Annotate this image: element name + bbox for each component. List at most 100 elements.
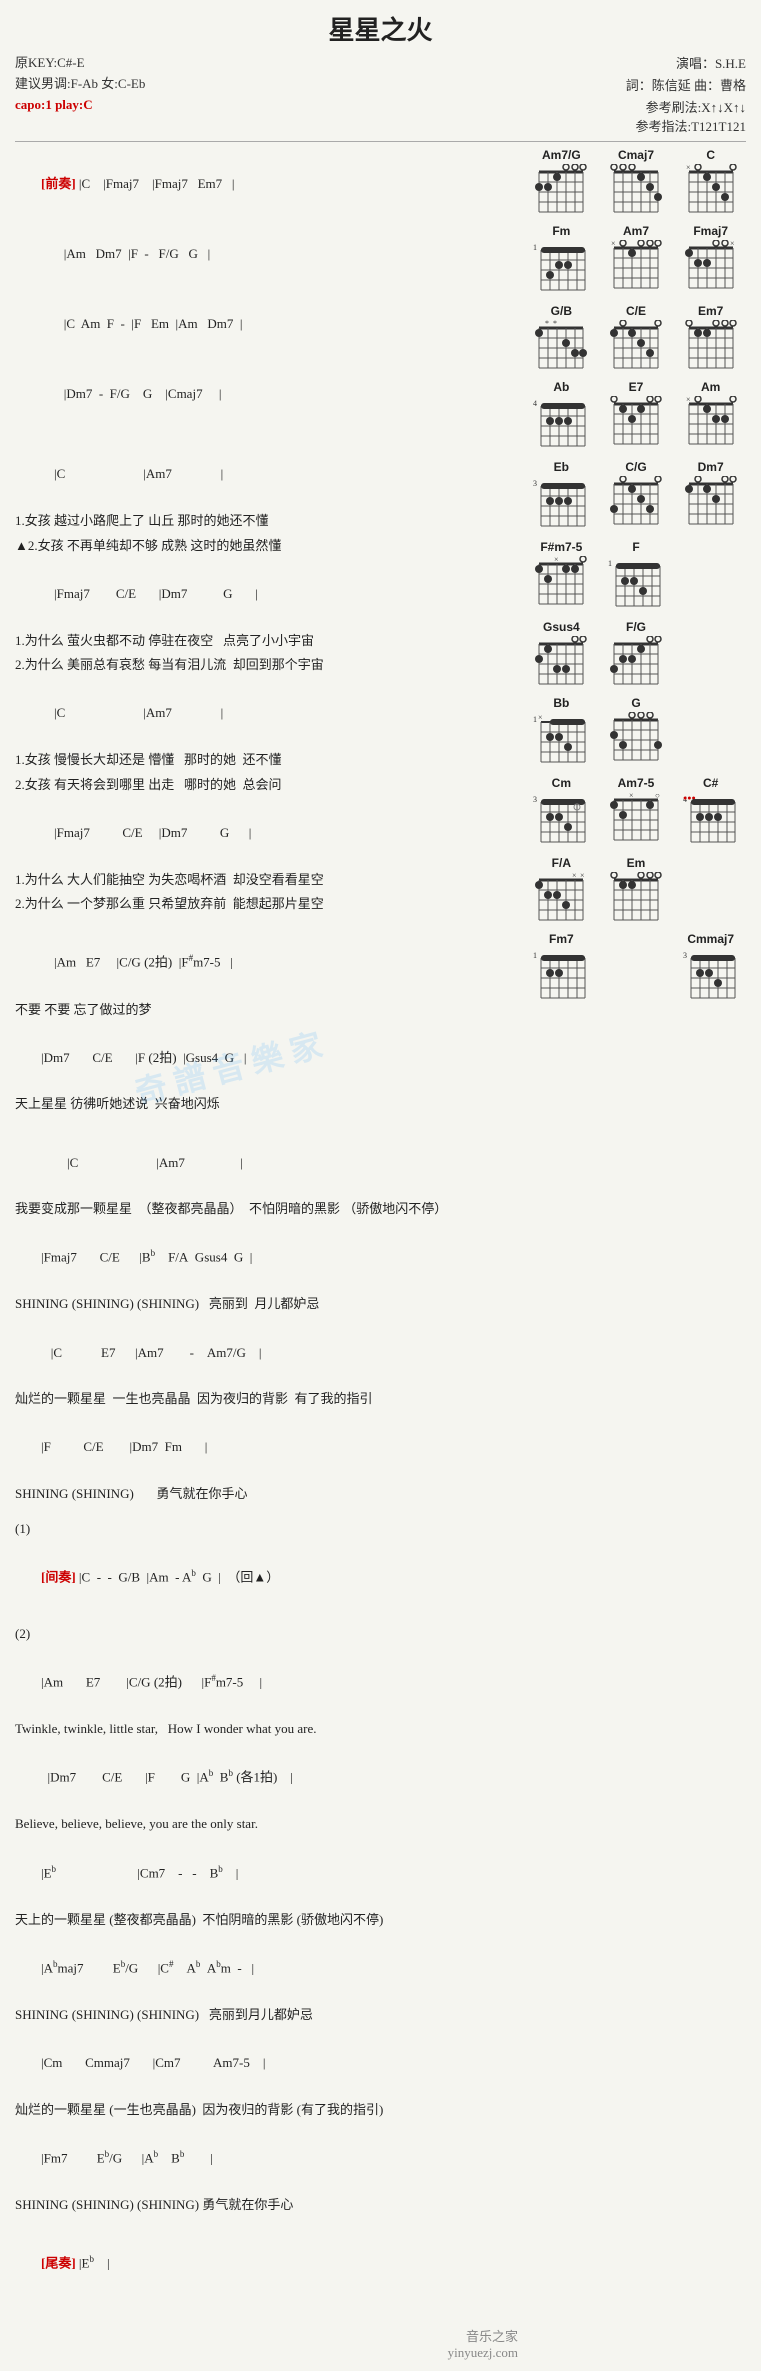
chord-fa-label: F/A <box>552 856 571 870</box>
chords-section: Am7/G <box>526 148 746 2361</box>
chord-bb-label: Bb <box>553 696 569 710</box>
chord-fm7: Fm7 1 <box>526 932 597 1004</box>
verse2-chord1: |Am E7 |C/G (2拍) |F#m7-5 | <box>15 1647 518 1718</box>
chord-cmaj7: Cmaj7 <box>601 148 672 216</box>
chord-g: G <box>601 696 672 768</box>
chord-e7: E7 <box>601 380 672 452</box>
chord-grid-row5: Eb 3 <box>526 460 746 532</box>
verse2-lyric2: Believe, believe, believe, you are the o… <box>15 1812 518 1837</box>
verse1-lyric8: 2.为什么 一个梦那么重 只希望放弃前 能想起那片星空 <box>15 892 518 917</box>
chord-fmaj7: Fmaj7 <box>675 224 746 296</box>
chord-fsharpm7-5: F#m7-5 <box>526 540 597 612</box>
main-content: [前奏] |C |Fmaj7 |Fmaj7 Em7 | |Am Dm7 |F -… <box>15 148 746 2361</box>
header-row: 原KEY:C#-E 建议男调:F-Ab 女:C-Eb capo:1 play:C… <box>15 53 746 135</box>
verse1-lyric7: 1.为什么 大人们能抽空 为失恋喝杯酒 却没空看看星空 <box>15 868 518 893</box>
outro-section: [尾奏] |Eb | <box>15 2228 518 2299</box>
verse1-lyric2: ▲2.女孩 不再单纯却不够 成熟 这时的她虽然懂 <box>15 534 518 559</box>
singer: 演唱：S.H.E <box>626 53 746 75</box>
original-key: 原KEY:C#-E <box>15 53 145 74</box>
chord-grid-row1: Am7/G <box>526 148 746 216</box>
svg-text:1: 1 <box>533 243 537 252</box>
chord-eb: Eb 3 <box>526 460 597 532</box>
bridge-chord1: [间奏] |C - - G/B |Am - Ab G | （回▲） <box>15 1542 518 1613</box>
chord-c: C <box>675 148 746 216</box>
svg-text:×: × <box>554 556 559 564</box>
chord-grid-row8: Bb 1 <box>526 696 746 768</box>
chorus-chord1: |C |Am7 | <box>15 1127 518 1197</box>
page: 星星之火 原KEY:C#-E 建议男调:F-Ab 女:C-Eb capo:1 p… <box>0 0 761 2371</box>
chord-em-label: Em <box>627 856 646 870</box>
chord-fm: Fm 1 <box>526 224 597 296</box>
chorus-chord2: |Fmaj7 C/E |Bb F/A Gsus4 G | <box>15 1222 518 1293</box>
prelude-section: [前奏] |C |Fmaj7 |Fmaj7 Em7 | <box>15 148 518 218</box>
credits: 詞：陈信延 曲：曹格 <box>626 75 746 97</box>
chord-e7-label: E7 <box>629 380 644 394</box>
chorus2-lyric3: 灿烂的一颗星星 (一生也亮晶晶) 因为夜归的背影 (有了我的指引) <box>15 2098 518 2123</box>
chord-csharp-label: C# <box>703 776 718 790</box>
verse1-chord1: |C |Am7 | <box>15 439 518 509</box>
chord-csharp: C# 4 ●●● <box>675 776 746 848</box>
key-info: 原KEY:C#-E 建议男调:F-Ab 女:C-Eb capo:1 play:C <box>15 53 145 115</box>
verse1-lyric4: 2.为什么 美丽总有哀愁 每当有泪儿流 却回到那个宇宙 <box>15 653 518 678</box>
lyrics-section: [前奏] |C |Fmaj7 |Fmaj7 Em7 | |Am Dm7 |F -… <box>15 148 518 2361</box>
chorus-chord3: |C E7 |Am7 - Am7/G | <box>15 1317 518 1387</box>
chord-grid-row9: Cm 3 <box>526 776 746 848</box>
chorus2-chord1: |Eb |Cm7 - - Bb | <box>15 1837 518 1908</box>
prechorus-lyric2: 天上星星 彷彿听她述说 兴奋地闪烁 <box>15 1092 518 1117</box>
chord-ab-label: Ab <box>553 380 569 394</box>
chord-fmaj7-label: Fmaj7 <box>693 224 728 238</box>
chord-f: F 1 <box>601 540 672 612</box>
chord-grid-row6: F#m7-5 <box>526 540 746 612</box>
svg-text:1: 1 <box>533 951 537 960</box>
chord-gsus4-label: Gsus4 <box>543 620 580 634</box>
finger-pattern: 参考指法:T121T121 <box>626 116 746 135</box>
chord-em: Em <box>601 856 672 924</box>
svg-text:3: 3 <box>683 951 687 960</box>
svg-text:×: × <box>538 713 543 722</box>
prelude-line4: |Dm7 - F/G G |Cmaj7 | <box>15 359 518 429</box>
chord-grid-row4: Ab 4 <box>526 380 746 452</box>
chord-cmmaj7: Cmmaj7 3 <box>675 932 746 1004</box>
chorus2-lyric1: 天上的一颗星星 (整夜都亮晶晶) 不怕阴暗的黑影 (骄傲地闪不停) <box>15 1908 518 1933</box>
chord-fsharpm7-5-label: F#m7-5 <box>540 540 582 554</box>
chord-cmmaj7-label: Cmmaj7 <box>687 932 734 946</box>
verse1-lyric1: 1.女孩 越过小路爬上了 山丘 那时的她还不懂 <box>15 509 518 534</box>
chord-fm7-label: Fm7 <box>549 932 574 946</box>
chord-gsus4: Gsus4 <box>526 620 597 688</box>
svg-text:×: × <box>572 872 577 880</box>
chorus2-lyric4: SHINING (SHINING) (SHINING) 勇气就在你手心 <box>15 2193 518 2218</box>
chorus-lyric2: SHINING (SHINING) (SHINING) 亮丽到 月儿都妒忌 <box>15 1292 518 1317</box>
chord-cm: Cm 3 <box>526 776 597 848</box>
chord-bb: Bb 1 <box>526 696 597 768</box>
prechorus-lyric1: 不要 不要 忘了做过的梦 <box>15 998 518 1023</box>
chord-gb-label: G/B <box>551 304 572 318</box>
svg-text:3: 3 <box>533 795 537 804</box>
chord-dm7-label: Dm7 <box>698 460 724 474</box>
svg-text:×: × <box>580 872 585 880</box>
strum-pattern: 参考刷法:X↑↓X↑↓ <box>626 97 746 116</box>
prechorus-chord2: |Dm7 C/E |F (2拍) |Gsus4 G | <box>15 1022 518 1092</box>
svg-text:*: * <box>545 320 549 328</box>
chord-grid-row9b: F/A <box>526 856 746 924</box>
chord-grid-row2: Fm 1 <box>526 224 746 296</box>
chorus-lyric3: 灿烂的一颗星星 一生也亮晶晶 因为夜归的背影 有了我的指引 <box>15 1387 518 1412</box>
prelude-line3: |C Am F - |F Em |Am Dm7 | <box>15 289 518 359</box>
chorus-chord4: |F C/E |Dm7 Fm | <box>15 1412 518 1482</box>
label-1: (1) <box>15 1517 518 1542</box>
svg-text:4: 4 <box>533 399 537 408</box>
chord-cmaj7-label: Cmaj7 <box>618 148 654 162</box>
chord-am-label: Am <box>701 380 720 394</box>
prechorus-chord1: |Am E7 |C/G (2拍) |F#m7-5 | <box>15 927 518 998</box>
verse1-lyric3: 1.为什么 萤火虫都不动 停驻在夜空 点亮了小小宇宙 <box>15 629 518 654</box>
chord-cm-label: Cm <box>552 776 571 790</box>
chord-fg: F/G <box>601 620 672 688</box>
chorus-lyric4: SHINING (SHINING) 勇气就在你手心 <box>15 1482 518 1507</box>
verse2-chord2: |Dm7 C/E |F G |Ab Bb (各1拍) | <box>15 1742 518 1813</box>
performer-info: 演唱：S.H.E 詞：陈信延 曲：曹格 参考刷法:X↑↓X↑↓ 参考指法:T12… <box>626 53 746 135</box>
chord-ce-label: C/E <box>626 304 646 318</box>
chord-em7-label: Em7 <box>698 304 723 318</box>
chord-am7g: Am7/G <box>526 148 597 216</box>
svg-text:×: × <box>629 792 634 800</box>
chord-fm-label: Fm <box>552 224 570 238</box>
chorus2-chord3: |Cm Cmmaj7 |Cm7 Am7-5 | <box>15 2028 518 2098</box>
